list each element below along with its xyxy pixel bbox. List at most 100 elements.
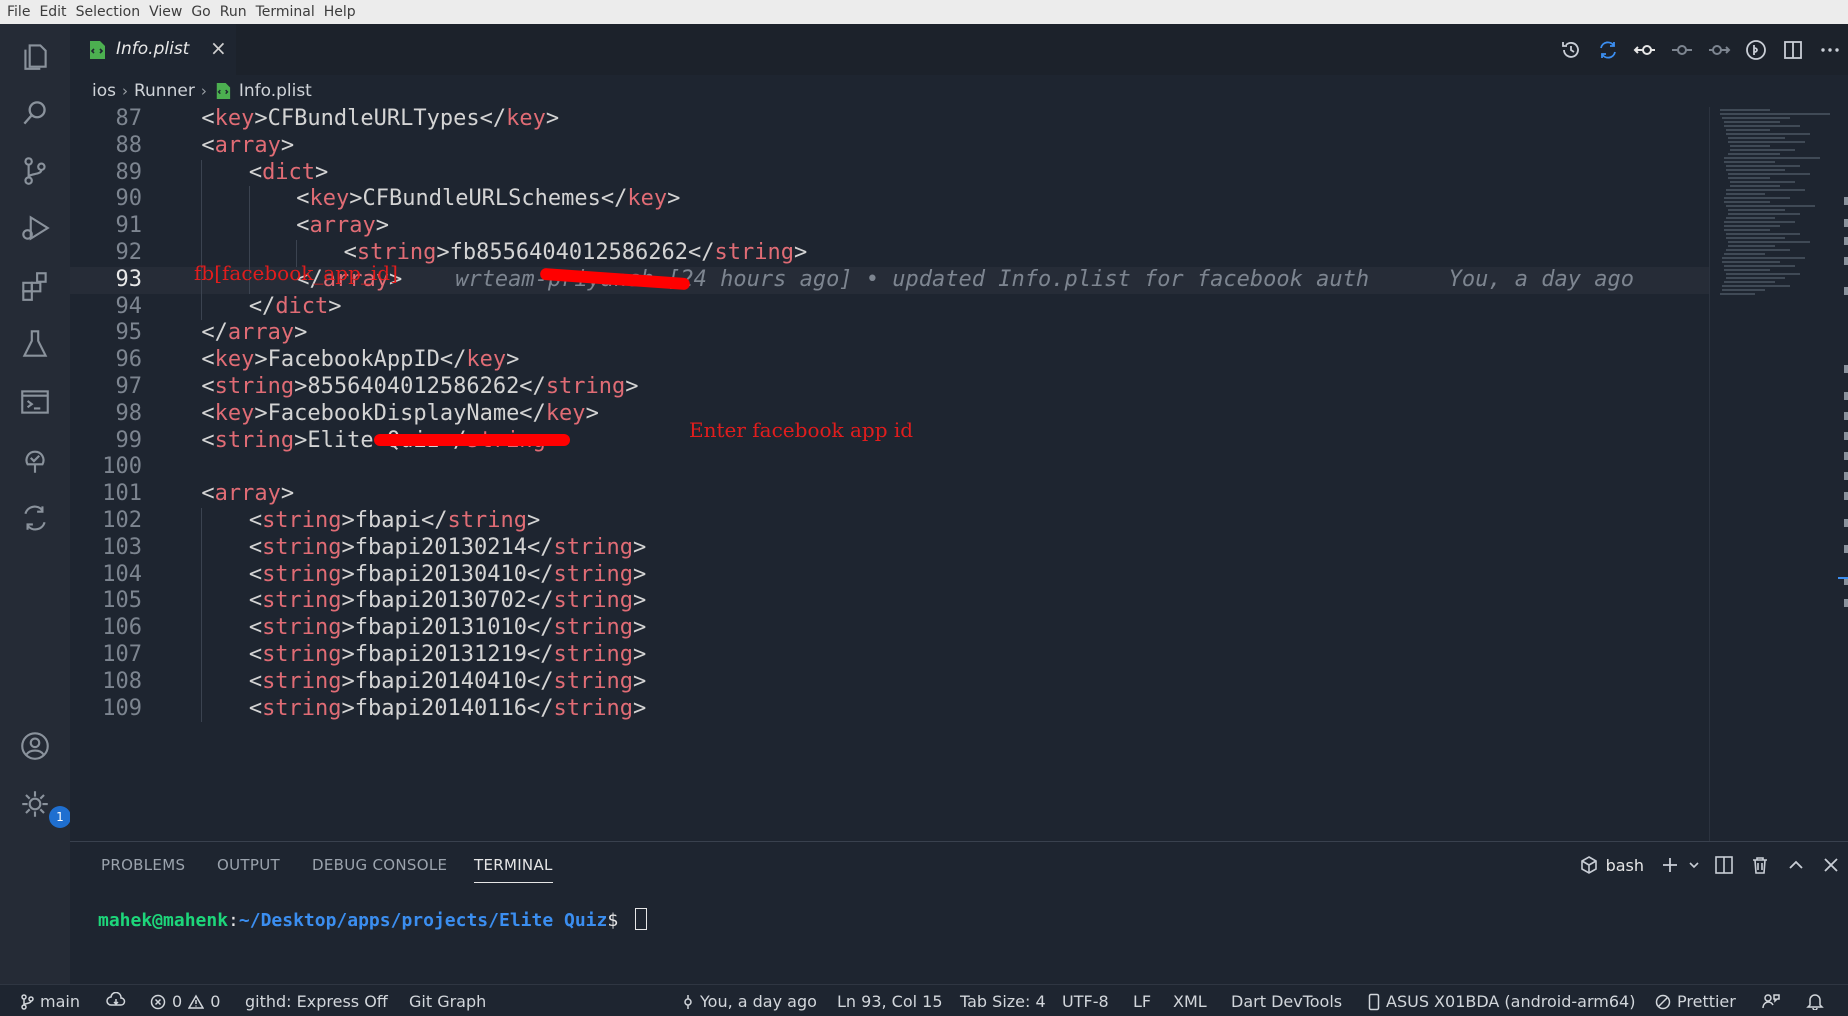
line-ending[interactable]: LF	[1133, 992, 1151, 1011]
breadcrumb-ios[interactable]: ios	[92, 81, 116, 101]
commit-icon[interactable]	[1663, 32, 1700, 68]
code-token: </	[201, 320, 228, 346]
open-changes-icon[interactable]	[1737, 32, 1774, 68]
code-line[interactable]: 101 <array>	[70, 481, 1710, 508]
code-line[interactable]: 97 <string>8556404012586262</string>	[70, 374, 1710, 401]
testing-icon[interactable]	[17, 326, 53, 362]
terminal-shell-icon	[1572, 847, 1606, 883]
language-mode[interactable]: XML	[1173, 992, 1207, 1011]
code-line[interactable]: 105 <string>fbapi20130702</string>	[70, 588, 1710, 616]
breadcrumb-file[interactable]: Info.plist	[239, 81, 312, 101]
code-line[interactable]: 96 <key>FacebookAppID</key>	[70, 347, 1710, 374]
breadcrumb-runner[interactable]: Runner	[134, 81, 195, 101]
code-token: <	[248, 508, 263, 533]
previous-change-icon[interactable]	[1626, 32, 1663, 68]
menu-run[interactable]: Run	[217, 4, 253, 20]
split-editor-icon[interactable]	[1774, 32, 1811, 68]
encoding[interactable]: UTF-8	[1062, 992, 1109, 1011]
blame-item[interactable]: You, a day ago	[682, 992, 817, 1011]
code-line[interactable]: 102 <string>fbapi</string>	[70, 508, 1710, 535]
close-tab-icon[interactable]: ×	[210, 36, 227, 60]
menu-selection[interactable]: Selection	[73, 4, 147, 20]
notifications-bell-icon[interactable]	[1806, 992, 1830, 1010]
menu-file[interactable]: File	[4, 4, 36, 20]
maximize-panel-icon[interactable]	[1778, 847, 1814, 883]
code-line[interactable]: 91 <array>	[70, 213, 1710, 240]
code-token: >	[667, 186, 681, 212]
code-token: >	[280, 132, 295, 158]
more-actions-icon[interactable]	[1811, 32, 1848, 68]
split-terminal-icon[interactable]	[1706, 847, 1742, 883]
git-diff-icon[interactable]	[1589, 32, 1626, 68]
menu-go[interactable]: Go	[188, 4, 216, 20]
code-editor[interactable]: 87 <key>CFBundleURLTypes</key> 88 <array> 89…	[70, 107, 1848, 841]
code-line[interactable]: 88 <array>	[70, 133, 1710, 160]
xml-tag-name: string	[262, 534, 342, 560]
remote-tree-icon[interactable]	[17, 442, 53, 478]
minimap[interactable]	[1709, 107, 1848, 841]
next-change-icon[interactable]	[1700, 32, 1737, 68]
menu-edit[interactable]: Edit	[36, 4, 72, 20]
extensions-icon[interactable]	[17, 268, 53, 304]
githd-item[interactable]: githd: Express Off	[245, 992, 388, 1011]
code-line[interactable]: 94 </dict>	[70, 293, 1710, 321]
close-panel-icon[interactable]	[1814, 847, 1848, 883]
tab-problems[interactable]: PROBLEMS	[101, 856, 185, 874]
kill-terminal-icon[interactable]	[1742, 847, 1778, 883]
code-line[interactable]: 89 <dict>	[70, 159, 1710, 187]
code-token: >	[632, 561, 647, 587]
code-line[interactable]: 104 <string>fbapi20130410</string>	[70, 561, 1710, 589]
tab-size[interactable]: Tab Size: 4	[960, 992, 1046, 1011]
code-line[interactable]: 100	[70, 454, 1710, 481]
editor-tab-bar: Info.plist ×	[70, 24, 1848, 75]
code-token: <	[248, 695, 263, 721]
tab-terminal[interactable]: TERMINAL	[474, 856, 553, 883]
xml-tag-name: array	[309, 213, 376, 239]
code-line[interactable]: 87 <key>CFBundleURLTypes</key>	[70, 107, 1710, 133]
line-number: 108	[102, 668, 142, 694]
chevron-down-icon[interactable]	[1682, 847, 1706, 883]
code-token: >CFBundleURLTypes</	[254, 107, 507, 131]
search-icon[interactable]	[17, 95, 53, 131]
dart-devtools[interactable]: Dart DevTools	[1231, 992, 1342, 1011]
code-token: >	[632, 668, 647, 694]
menu-terminal[interactable]: Terminal	[253, 4, 321, 20]
tab-output[interactable]: OUTPUT	[217, 856, 280, 874]
shell-name[interactable]: bash	[1606, 847, 1658, 883]
menu-view[interactable]: View	[146, 4, 188, 20]
xml-tag-name: string	[214, 374, 295, 399]
xml-tag-name: key	[309, 186, 350, 212]
code-token: >fbapi20140410</	[341, 668, 554, 694]
device-item[interactable]: ASUS X01BDA (android-arm64)	[1368, 992, 1635, 1011]
feedback-icon[interactable]	[1762, 992, 1786, 1010]
code-line[interactable]: 103 <string>fbapi20130214</string>	[70, 534, 1710, 562]
xml-tag-name: string	[262, 615, 342, 641]
explorer-icon[interactable]	[17, 38, 53, 74]
settings-gear-icon[interactable]: 1	[17, 786, 71, 828]
run-debug-icon[interactable]	[17, 210, 53, 246]
terminal-view-icon[interactable]	[17, 384, 53, 420]
code-line[interactable]: 106 <string>fbapi20131010</string>	[70, 615, 1710, 642]
terminal-prompt[interactable]: mahek@mahenk:~/Desktop/apps/projects/Eli…	[98, 908, 648, 931]
tab-debug-console[interactable]: DEBUG CONSOLE	[312, 856, 447, 874]
code-line[interactable]: 90 <key>CFBundleURLSchemes</key>	[70, 186, 1710, 214]
tab-info-plist[interactable]: Info.plist ×	[70, 24, 236, 75]
prettier-item[interactable]: Prettier	[1655, 992, 1736, 1011]
problems-item[interactable]: 0 0	[150, 992, 220, 1011]
cursor-position[interactable]: Ln 93, Col 15	[837, 992, 943, 1011]
sync-item[interactable]	[106, 992, 132, 1008]
git-graph-item[interactable]: Git Graph	[409, 992, 486, 1011]
code-line[interactable]: 107 <string>fbapi20131219</string>	[70, 642, 1710, 669]
timeline-history-icon[interactable]	[1552, 32, 1589, 68]
menu-help[interactable]: Help	[321, 4, 362, 20]
source-control-icon[interactable]	[17, 153, 53, 189]
code-text: <string>8556404012586262</string>	[201, 374, 638, 401]
new-terminal-icon[interactable]	[1658, 847, 1682, 883]
account-icon[interactable]	[17, 728, 53, 764]
branch-item[interactable]: main	[20, 992, 80, 1011]
code-line[interactable]: 108 <string>fbapi20140410</string>	[70, 668, 1710, 696]
code-token: >fbapi</	[341, 508, 448, 533]
code-line[interactable]: 95 </array>	[70, 320, 1710, 347]
code-line[interactable]: 109 <string>fbapi20140116</string>	[70, 695, 1710, 723]
diff-sync-icon[interactable]	[17, 500, 53, 536]
